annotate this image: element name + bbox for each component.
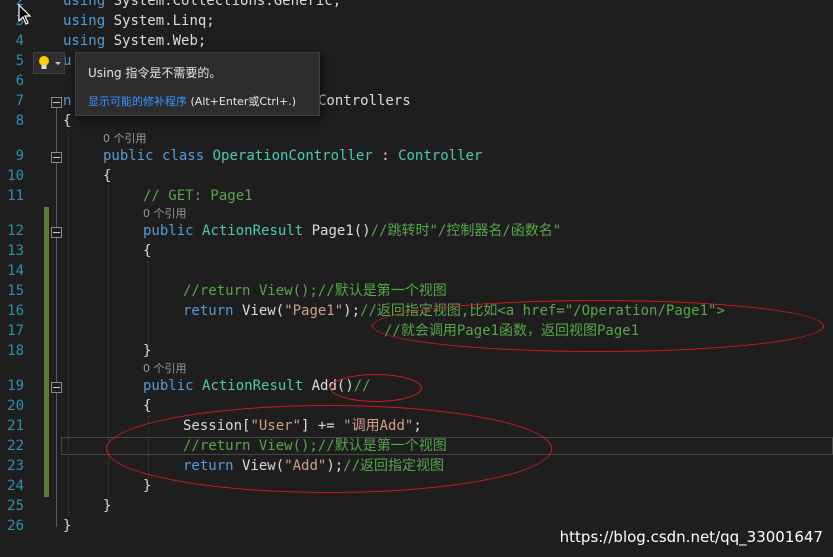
brace: } [143, 478, 152, 494]
brace: } [63, 518, 72, 534]
indent-guide [68, 131, 69, 515]
string-literal: "Page1" [284, 303, 344, 319]
code-text: System.Web; [105, 33, 207, 49]
quick-info-tooltip: Using 指令是不需要的。 显示可能的修补程序 (Alt+Enter或Ctrl… [75, 52, 320, 116]
line-number: 20 [7, 398, 24, 414]
code-line-20[interactable]: { [143, 396, 151, 416]
line-number: 17 [7, 323, 24, 339]
mouse-cursor-icon [18, 4, 32, 25]
collapse-namespace-button[interactable] [51, 97, 62, 108]
keyword: using [63, 0, 106, 9]
type-name: OperationController [212, 148, 373, 164]
code-text: Controllers [318, 93, 411, 109]
line-number: 16 [7, 303, 24, 319]
keyword: n [63, 93, 72, 109]
keyword: public [143, 223, 194, 239]
code-text: View( [233, 303, 285, 319]
fix-suggestion: 显示可能的修补程序 (Alt+Enter或Ctrl+.) [88, 93, 296, 109]
code-line-2[interactable]: using System.Collections.Generic; [63, 0, 341, 11]
comment: // GET: Page1 [143, 188, 253, 204]
line-number: 7 [15, 93, 24, 109]
code-text: : [372, 148, 399, 164]
code-text: System.Linq; [105, 13, 215, 29]
watermark: https://blog.csdn.net/qq_33001647 [559, 528, 823, 546]
line-number: 24 [7, 478, 24, 494]
brace: { [63, 113, 72, 129]
brace: { [143, 398, 152, 414]
line-number: 26 [7, 518, 24, 534]
code-line-9[interactable]: public class OperationController : Contr… [103, 146, 482, 166]
code-editor[interactable]: 2 3 4 5 6 7 8 9 10 11 12 13 14 15 16 17 … [0, 0, 833, 557]
code-line-11[interactable]: // GET: Page1 [143, 186, 253, 206]
keyword: public [143, 378, 194, 394]
code-line-25[interactable]: } [103, 496, 111, 516]
type-name: ActionResult [202, 378, 304, 394]
keyword: using [63, 33, 106, 49]
code-line-8[interactable]: { [63, 111, 71, 131]
change-indicator-bar [44, 207, 49, 497]
code-text: Page1() [303, 223, 371, 239]
indent-guide [148, 261, 149, 343]
codelens-references[interactable]: 0 个引用 [103, 132, 147, 146]
annotation-ellipse [330, 374, 422, 402]
line-number: 4 [15, 33, 24, 49]
code-line-15[interactable]: //return View();//默认是第一个视图 [183, 281, 447, 301]
line-number: 23 [7, 458, 24, 474]
line-number: 19 [7, 378, 24, 394]
code-text: System.Collections.Generic; [105, 0, 342, 9]
codelens-references[interactable]: 0 个引用 [143, 362, 187, 376]
line-number: 12 [7, 223, 24, 239]
namespace-name: Controllers [318, 91, 411, 111]
collapse-class-button[interactable] [51, 152, 62, 163]
show-fixes-link[interactable]: 显示可能的修补程序 [88, 95, 187, 108]
line-number: 8 [15, 113, 24, 129]
code-text: ); [343, 303, 361, 319]
keyword: using [63, 13, 106, 29]
type-name: Controller [398, 148, 483, 164]
line-number: 18 [7, 343, 24, 359]
keyword: class [162, 148, 205, 164]
line-number: 10 [7, 168, 24, 184]
line-number: 9 [15, 148, 24, 164]
shortcut-hint: (Alt+Enter或Ctrl+.) [187, 95, 297, 108]
lightbulb-icon [33, 52, 65, 74]
line-number: 6 [15, 73, 24, 89]
brace: } [143, 343, 152, 359]
code-line-18[interactable]: } [143, 341, 151, 361]
comment: //跳转时"/控制器名/函数名" [370, 223, 562, 239]
line-number: 13 [7, 243, 24, 259]
brace: } [103, 498, 112, 514]
comment: //return View();//默认是第一个视图 [183, 283, 447, 299]
diagnostic-message: Using 指令是不需要的。 [88, 66, 222, 80]
annotation-ellipse [372, 300, 824, 352]
code-line-10[interactable]: { [103, 166, 111, 186]
collapse-page1-button[interactable] [51, 227, 62, 238]
code-line-7[interactable]: n [63, 91, 71, 111]
code-line-3[interactable]: using System.Linq; [63, 11, 215, 31]
line-number: 5 [15, 53, 24, 69]
line-number: 14 [7, 263, 24, 279]
annotation-ellipse [106, 405, 552, 493]
codelens-references[interactable]: 0 个引用 [143, 207, 187, 221]
code-line-24[interactable]: } [143, 476, 151, 496]
brace: { [103, 168, 112, 184]
outline-line [56, 107, 57, 527]
line-number: 22 [7, 438, 24, 454]
code-line-4[interactable]: using System.Web; [63, 31, 206, 51]
brace: { [143, 243, 152, 259]
code-line-26[interactable]: } [63, 516, 71, 536]
collapse-add-button[interactable] [51, 382, 62, 393]
line-number: 25 [7, 498, 24, 514]
keyword: public [103, 148, 154, 164]
code-line-12[interactable]: public ActionResult Page1()//跳转时"/控制器名/函… [143, 221, 561, 241]
keyword: return [183, 303, 234, 319]
type-name: ActionResult [202, 223, 304, 239]
line-number: 11 [7, 188, 24, 204]
code-line-13[interactable]: { [143, 241, 151, 261]
quick-actions-button[interactable] [33, 52, 65, 74]
line-number: 21 [7, 418, 24, 434]
line-number: 15 [7, 283, 24, 299]
